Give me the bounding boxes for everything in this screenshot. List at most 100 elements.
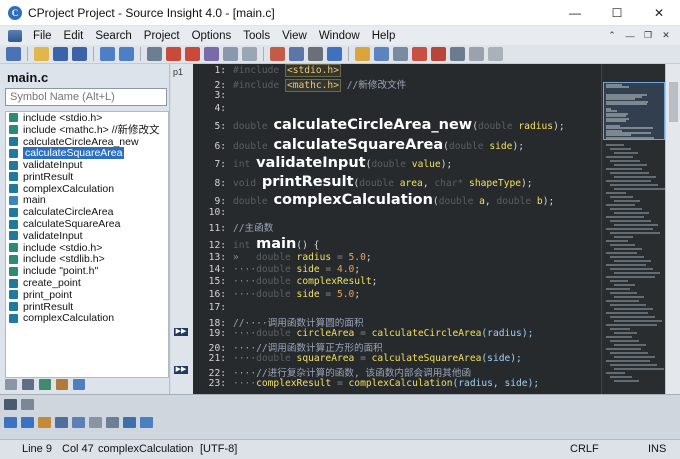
bookmark-icon[interactable] — [204, 47, 219, 61]
code-line[interactable]: 19: ····double circleArea = calculateCirc… — [193, 328, 534, 339]
window-tile-icon[interactable] — [393, 47, 408, 61]
open-folder-icon[interactable] — [34, 47, 49, 61]
menu-project[interactable]: Project — [138, 30, 186, 42]
close-file-icon[interactable] — [412, 47, 427, 61]
project-icon[interactable] — [6, 47, 21, 61]
cube-icon[interactable] — [73, 378, 85, 390]
symbol-list-item[interactable]: calculateSquareArea — [6, 218, 168, 230]
symbol-window-icon[interactable] — [223, 47, 238, 61]
menu-edit[interactable]: Edit — [58, 30, 90, 42]
toggle-icon[interactable] — [89, 417, 102, 428]
sort-icon[interactable] — [5, 378, 17, 390]
symbol-list-item[interactable]: complexCalculation — [6, 183, 168, 195]
symbol-list-item[interactable]: create_point — [6, 277, 168, 289]
symbol-list-item[interactable]: main — [6, 194, 168, 206]
menu-options[interactable]: Options — [186, 30, 238, 42]
redo-icon[interactable] — [119, 47, 134, 61]
code-line[interactable]: 13: » double radius = 5.0; — [193, 252, 372, 263]
code-line[interactable]: 23: ····complexResult = complexCalculatio… — [193, 378, 539, 389]
code-line[interactable]: 6: double calculateSquareArea(double side… — [193, 137, 524, 153]
symbol-list-item[interactable]: validateInput — [6, 230, 168, 242]
close-button[interactable]: ✕ — [638, 0, 680, 26]
menu-view[interactable]: View — [276, 30, 313, 42]
symbol-list-item[interactable]: calculateCircleArea — [6, 206, 168, 218]
code-line[interactable]: 5: double calculateCircleArea_new(double … — [193, 117, 564, 133]
symbol-list-item[interactable]: complexCalculation — [6, 312, 168, 324]
reference-icon[interactable] — [270, 47, 285, 61]
browse-icon[interactable] — [147, 47, 162, 61]
symbol-list-item[interactable]: calculateCircleArea_new — [6, 136, 168, 148]
call-tree-icon[interactable] — [289, 47, 304, 61]
relation-window-icon[interactable] — [308, 47, 323, 61]
context-window-icon[interactable] — [4, 399, 17, 410]
code-line[interactable]: 9: double complexCalculation(double a, do… — [193, 192, 554, 208]
code-line[interactable]: 15: ····double complexResult; — [193, 276, 378, 287]
code-line[interactable]: 8: void printResult(double area, char* sh… — [193, 174, 532, 190]
code-line[interactable]: 22: ····//进行复杂计算的函数, 该函数内部会调用其他函 — [193, 365, 471, 379]
layout-icon[interactable] — [374, 47, 389, 61]
compare-icon[interactable] — [450, 47, 465, 61]
minimize-button[interactable]: — — [554, 0, 596, 26]
undo-icon[interactable] — [100, 47, 115, 61]
context-lock-icon[interactable] — [123, 417, 136, 428]
mdi-restore-button[interactable]: ❐ — [640, 29, 656, 43]
jump-marker-icon[interactable]: ▶▶ — [174, 328, 188, 336]
symbol-list[interactable]: include <stdio.h> include <mathc.h> //新修改… — [5, 111, 169, 378]
scrollbar-thumb[interactable] — [669, 82, 678, 122]
pin-icon[interactable] — [21, 399, 34, 410]
delete-icon[interactable] — [431, 47, 446, 61]
panel-icon[interactable] — [355, 47, 370, 61]
settings-icon[interactable] — [469, 47, 484, 61]
jump-marker-icon[interactable]: ▶▶ — [174, 366, 188, 374]
symbol-list-item[interactable]: include <mathc.h> //新修改文 — [6, 124, 168, 136]
vertical-scrollbar[interactable] — [665, 64, 680, 394]
symbol-list-item[interactable]: calculateSquareArea — [6, 147, 168, 160]
code-line[interactable]: 4: — [193, 103, 233, 114]
maximize-button[interactable]: ☐ — [596, 0, 638, 26]
code-line[interactable]: 18://····调用函数计算圆的面积 — [193, 315, 364, 329]
symbol-list-item[interactable]: printResult — [6, 171, 168, 183]
code-line[interactable]: 16: ····double side = 5.0; — [193, 289, 360, 300]
filter-icon[interactable] — [39, 378, 51, 390]
star-icon[interactable] — [327, 47, 342, 61]
menu-search[interactable]: Search — [89, 30, 137, 42]
lock-icon[interactable] — [38, 417, 51, 428]
code-line[interactable]: 14: ····double side = 4.0; — [193, 264, 360, 275]
code-line[interactable]: 3: — [193, 90, 233, 101]
menu-window[interactable]: Window — [313, 30, 366, 42]
menu-help[interactable]: Help — [366, 30, 402, 42]
collapse-ribbon-icon[interactable]: ⌃ — [604, 29, 620, 43]
code-line[interactable]: 17: — [193, 302, 233, 313]
symbol-list-item[interactable]: print_point — [6, 289, 168, 301]
symbol-search-input[interactable] — [5, 88, 167, 106]
code-line[interactable]: 10: — [193, 207, 233, 218]
save-icon[interactable] — [53, 47, 68, 61]
symbol-list-item[interactable]: include <stdlib.h> — [6, 253, 168, 265]
jump-up-icon[interactable] — [166, 47, 181, 61]
mdi-minimize-button[interactable]: — — [622, 29, 638, 43]
code-line[interactable]: 20: ····//调用函数计算正方形的面积 — [193, 340, 383, 354]
options-icon[interactable] — [106, 417, 119, 428]
symbol-list-item[interactable]: include "point.h" — [6, 265, 168, 277]
code-minimap[interactable] — [601, 64, 665, 394]
www-icon[interactable] — [242, 47, 257, 61]
save-all-icon[interactable] — [72, 47, 87, 61]
jump-down-icon[interactable] — [185, 47, 200, 61]
back-icon[interactable] — [4, 417, 17, 428]
book-icon[interactable] — [56, 378, 68, 390]
sync-icon[interactable] — [72, 417, 85, 428]
more-tools-icon[interactable] — [488, 47, 503, 61]
code-line[interactable]: 21: ····double squareArea = calculateSqua… — [193, 353, 522, 364]
code-line[interactable]: 7: int validateInput(double value); — [193, 155, 452, 171]
code-editor[interactable]: 1: #include <stdio.h> 2: #include <mathc.h>… — [193, 64, 601, 394]
code-line[interactable]: 1: #include <stdio.h> — [193, 64, 341, 77]
menu-tools[interactable]: Tools — [237, 30, 276, 42]
code-line[interactable]: 11: //主函数 — [193, 220, 274, 234]
forward-icon[interactable] — [21, 417, 34, 428]
code-line[interactable]: 12: int main() { — [193, 236, 320, 252]
list-view-icon[interactable] — [22, 378, 34, 390]
copy-icon[interactable] — [55, 417, 68, 428]
symbol-list-item[interactable]: include <stdio.h> — [6, 242, 168, 254]
document-icon[interactable] — [8, 29, 22, 42]
expand-icon[interactable] — [140, 417, 153, 428]
